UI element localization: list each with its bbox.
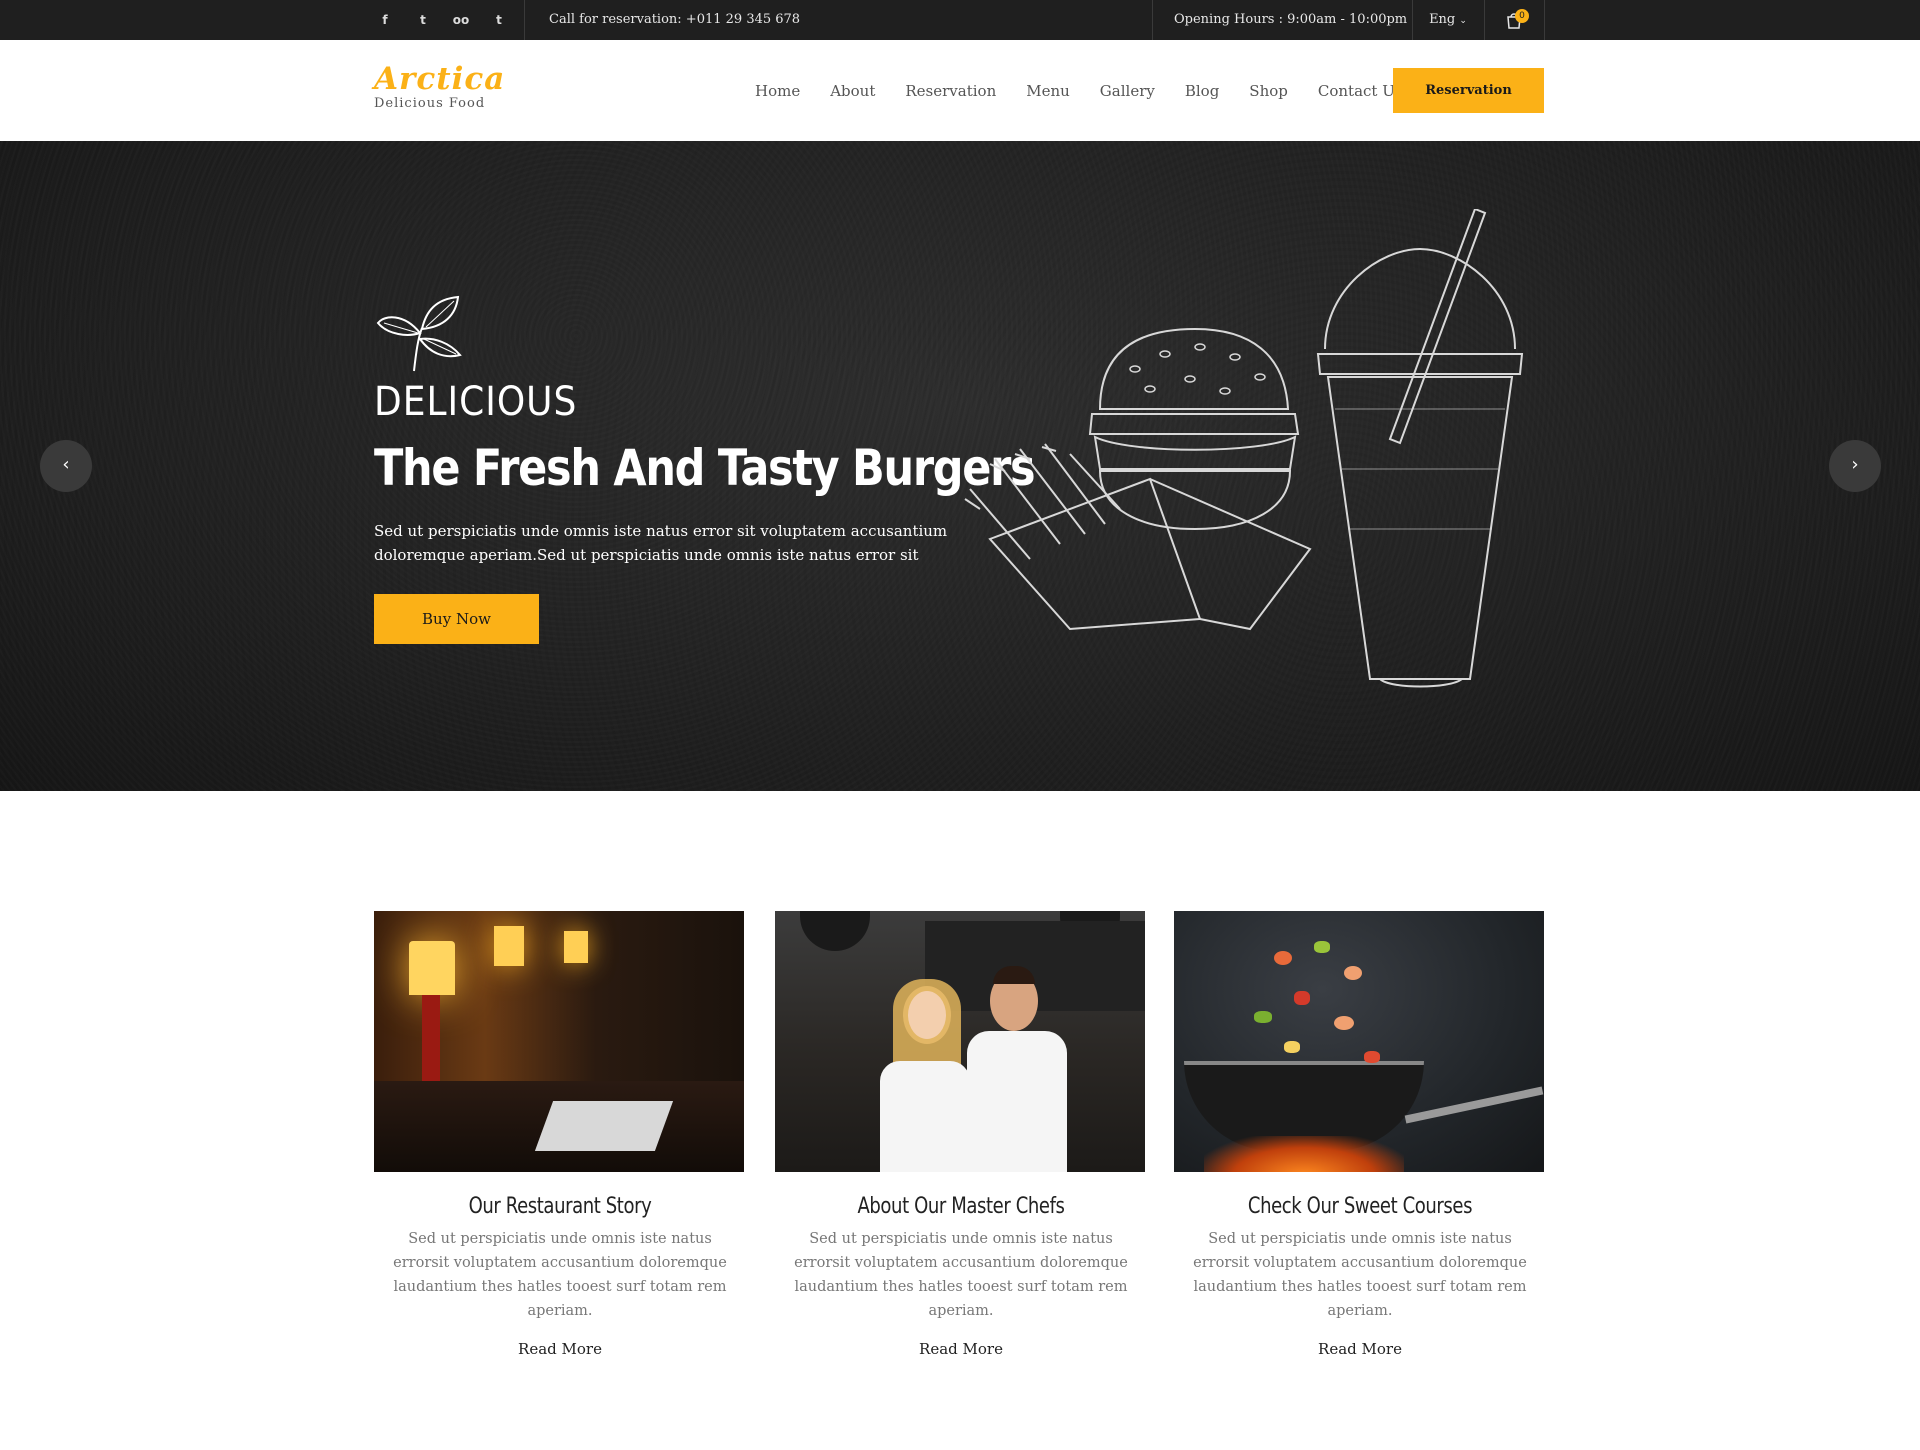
read-more-link[interactable]: Read More bbox=[1174, 1340, 1546, 1358]
reservation-button[interactable]: Reservation bbox=[1393, 68, 1544, 113]
divider bbox=[1152, 0, 1153, 40]
leaf-icon bbox=[376, 295, 462, 372]
card-title: Our Restaurant Story bbox=[468, 1194, 652, 1219]
restaurant-interior-image[interactable] bbox=[374, 911, 744, 1172]
read-more-link[interactable]: Read More bbox=[374, 1340, 746, 1358]
card-title: Check Our Sweet Courses bbox=[1247, 1194, 1473, 1219]
master-chefs-image[interactable] bbox=[775, 911, 1145, 1172]
tumblr-icon[interactable]: t bbox=[480, 13, 518, 27]
nav-contact[interactable]: Contact Us bbox=[1318, 82, 1403, 100]
nav-gallery[interactable]: Gallery bbox=[1100, 82, 1155, 100]
language-select[interactable]: Eng ⌄ bbox=[1412, 0, 1484, 41]
hero-slider: DELICIOUS The Fresh And Tasty Burgers Se… bbox=[0, 141, 1920, 791]
brand-name: Arctica bbox=[374, 61, 506, 97]
brand-tagline: Delicious Food bbox=[374, 96, 486, 111]
site-header: Arctica Delicious Food Home About Reserv… bbox=[0, 40, 1920, 141]
features-section: Our Restaurant Story Sed ut perspiciatis… bbox=[374, 911, 1545, 1361]
logo[interactable]: Arctica Delicious Food bbox=[374, 62, 505, 112]
nav-menu[interactable]: Menu bbox=[1026, 82, 1070, 100]
feature-card: About Our Master Chefs Sed ut perspiciat… bbox=[775, 911, 1147, 1358]
card-title: About Our Master Chefs bbox=[857, 1194, 1065, 1219]
chevron-left-icon: ‹ bbox=[62, 454, 70, 475]
divider bbox=[1544, 0, 1545, 40]
cart-button[interactable]: 0 bbox=[1484, 0, 1544, 40]
language-value: Eng bbox=[1429, 12, 1456, 27]
opening-hours: Opening Hours : 9:00am - 10:00pm bbox=[1174, 12, 1408, 27]
social-links: f t oo t bbox=[366, 0, 518, 40]
cart-count-badge: 0 bbox=[1515, 9, 1529, 23]
chevron-right-icon: › bbox=[1851, 454, 1859, 475]
slider-next-button[interactable]: › bbox=[1829, 440, 1881, 492]
tripadvisor-icon[interactable]: oo bbox=[442, 13, 480, 27]
read-more-link[interactable]: Read More bbox=[775, 1340, 1147, 1358]
buy-now-button[interactable]: Buy Now bbox=[374, 594, 539, 644]
nav-about[interactable]: About bbox=[830, 82, 875, 100]
nav-blog[interactable]: Blog bbox=[1185, 82, 1219, 100]
top-bar: f t oo t Call for reservation: +011 29 3… bbox=[0, 0, 1920, 40]
card-text: Sed ut perspiciatis unde omnis iste natu… bbox=[1193, 1231, 1527, 1319]
feature-card: Our Restaurant Story Sed ut perspiciatis… bbox=[374, 911, 746, 1358]
hero-kicker: DELICIOUS bbox=[374, 379, 578, 425]
main-nav: Home About Reservation Menu Gallery Blog… bbox=[755, 40, 1403, 141]
twitter-icon[interactable]: t bbox=[404, 13, 442, 27]
chevron-down-icon: ⌄ bbox=[1459, 16, 1467, 26]
burger-fries-drink-illustration bbox=[964, 209, 1524, 688]
hero-title: The Fresh And Tasty Burgers bbox=[374, 439, 1036, 497]
card-text: Sed ut perspiciatis unde omnis iste natu… bbox=[794, 1231, 1128, 1319]
nav-shop[interactable]: Shop bbox=[1249, 82, 1288, 100]
reservation-phone[interactable]: Call for reservation: +011 29 345 678 bbox=[549, 0, 800, 40]
hero-text: Sed ut perspiciatis unde omnis iste natu… bbox=[374, 522, 948, 564]
nav-reservation[interactable]: Reservation bbox=[905, 82, 996, 100]
facebook-icon[interactable]: f bbox=[366, 13, 404, 27]
card-text: Sed ut perspiciatis unde omnis iste natu… bbox=[393, 1231, 727, 1319]
wok-cooking-image[interactable] bbox=[1174, 911, 1544, 1172]
slider-prev-button[interactable]: ‹ bbox=[40, 440, 92, 492]
nav-home[interactable]: Home bbox=[755, 82, 800, 100]
divider bbox=[524, 0, 525, 40]
feature-card: Check Our Sweet Courses Sed ut perspicia… bbox=[1174, 911, 1546, 1358]
